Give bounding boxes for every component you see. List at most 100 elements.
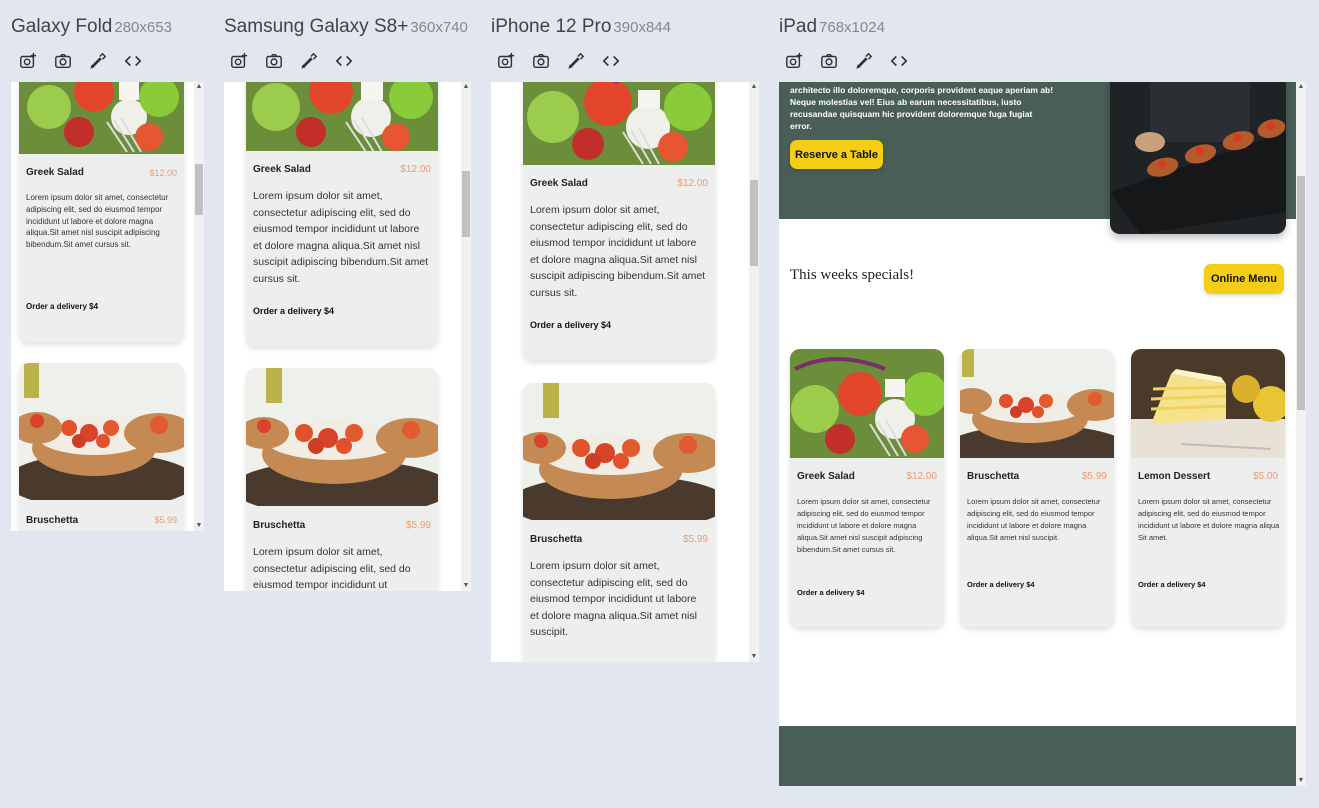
scrollbar[interactable]: ▲ ▼ [1296, 82, 1306, 786]
color-picker-icon[interactable] [87, 50, 109, 72]
device-header: Galaxy Fold 280x653 [11, 16, 172, 38]
card-price: $5.99 [682, 534, 708, 545]
camera-icon[interactable] [263, 50, 285, 72]
color-picker-icon[interactable] [853, 50, 875, 72]
device-name: Galaxy Fold [11, 16, 113, 37]
device-header: Samsung Galaxy S8+ 360x740 [224, 16, 468, 38]
online-menu-button[interactable]: Online Menu [1204, 264, 1284, 294]
scroll-down-arrow-icon[interactable]: ▼ [1296, 776, 1306, 786]
scrollbar[interactable]: ▲ ▼ [749, 82, 759, 662]
hero-image [1110, 82, 1286, 234]
menu-card-bruschetta: Bruschetta $5.99 Lorem ipsum dolor sit a… [960, 349, 1114, 627]
device-size: 280x653 [114, 19, 172, 36]
card-description: Lorem ipsum dolor sit amet, consectetur … [530, 204, 706, 299]
scroll-up-arrow-icon[interactable]: ▲ [461, 82, 471, 92]
card-description: Lorem ipsum dolor sit amet, consectetur … [26, 193, 169, 250]
bruschetta-image [960, 349, 1114, 458]
menu-card-greek-salad: Greek Salad $12.00 Lorem ipsum dolor sit… [790, 349, 944, 627]
bruschetta-image [523, 383, 715, 520]
device-header: iPad 768x1024 [779, 16, 885, 38]
scrollbar-thumb[interactable] [195, 164, 203, 215]
scroll-up-arrow-icon[interactable]: ▲ [194, 82, 204, 92]
device-name: iPad [779, 16, 818, 37]
device-toolbar [495, 50, 622, 72]
scrollbar-thumb[interactable] [1297, 176, 1305, 410]
scroll-up-arrow-icon[interactable]: ▲ [749, 82, 759, 92]
code-icon[interactable] [888, 50, 910, 72]
card-price: $5.99 [1081, 471, 1107, 482]
card-price: $12.00 [400, 164, 431, 175]
viewport-galaxy-s8[interactable]: Greek Salad $12.00 Lorem ipsum dolor sit… [224, 82, 471, 591]
viewport-iphone-12-pro[interactable]: Greek Salad $12.00 Lorem ipsum dolor sit… [491, 82, 759, 662]
device-name: iPhone 12 Pro [491, 16, 612, 37]
lemon-dessert-image [1131, 349, 1285, 458]
order-delivery-link[interactable]: Order a delivery $4 [530, 320, 611, 330]
card-price: $12.00 [677, 178, 708, 189]
device-toolbar [228, 50, 355, 72]
device-size: 390x844 [613, 19, 671, 36]
card-title: Bruschetta [530, 534, 583, 545]
card-title: Greek Salad [530, 178, 588, 189]
card-title: Lemon Dessert [1138, 471, 1211, 482]
card-title: Bruschetta [967, 471, 1020, 482]
card-title: Greek Salad [26, 167, 84, 178]
menu-card-greek-salad: Greek Salad $12.00 Lorem ipsum dolor sit… [246, 82, 438, 346]
card-price: $5.00 [1252, 471, 1278, 482]
specials-heading: This weeks specials! [790, 267, 915, 283]
card-price: $12.00 [906, 471, 937, 482]
code-icon[interactable] [333, 50, 355, 72]
order-delivery-link[interactable]: Order a delivery $4 [1138, 580, 1206, 589]
order-delivery-link[interactable]: Order a delivery $4 [967, 580, 1035, 589]
card-price: $5.99 [405, 520, 431, 531]
greek-salad-image [246, 82, 438, 151]
scroll-down-arrow-icon[interactable]: ▼ [194, 521, 204, 531]
menu-card-bruschetta: Bruschetta $5.99 Lorem ipsum dolor sit a… [246, 368, 438, 591]
menu-card-lemon-dessert: Lemon Dessert $5.00 Lorem ipsum dolor si… [1131, 349, 1285, 627]
scroll-down-arrow-icon[interactable]: ▼ [749, 652, 759, 662]
bruschetta-image [19, 363, 184, 500]
greek-salad-image [523, 82, 715, 165]
device-name: Samsung Galaxy S8+ [224, 16, 409, 37]
code-icon[interactable] [600, 50, 622, 72]
menu-card-greek-salad: Greek Salad $12.00 Lorem ipsum dolor sit… [19, 82, 184, 342]
reserve-table-button[interactable]: Reserve a Table [790, 140, 883, 169]
device-size: 768x1024 [819, 19, 885, 36]
card-price: $12.00 [149, 168, 177, 178]
screenshot-icon[interactable] [228, 50, 250, 72]
card-title: Bruschetta [253, 520, 306, 531]
scrollbar[interactable]: ▲ ▼ [461, 82, 471, 591]
card-description: Lorem ipsum dolor sit amet, consectetur … [967, 497, 1101, 542]
scroll-up-arrow-icon[interactable]: ▲ [1296, 82, 1306, 92]
scrollbar[interactable]: ▲ ▼ [194, 82, 204, 531]
order-delivery-link[interactable]: Order a delivery $4 [26, 302, 98, 311]
screenshot-icon[interactable] [17, 50, 39, 72]
greek-salad-image [790, 349, 944, 458]
device-toolbar [17, 50, 144, 72]
order-delivery-link[interactable]: Order a delivery $4 [253, 306, 334, 316]
camera-icon[interactable] [818, 50, 840, 72]
screenshot-icon[interactable] [783, 50, 805, 72]
card-description: Lorem ipsum dolor sit amet, consectetur … [1138, 497, 1280, 542]
card-description: Lorem ipsum dolor sit amet, consectetur … [253, 546, 411, 591]
greek-salad-image [19, 82, 184, 154]
camera-icon[interactable] [52, 50, 74, 72]
order-delivery-link[interactable]: Order a delivery $4 [797, 588, 865, 597]
color-picker-icon[interactable] [298, 50, 320, 72]
scrollbar-thumb[interactable] [462, 171, 470, 237]
menu-card-bruschetta: Bruschetta $5.99 Lorem ipsum dolor sit a… [523, 383, 715, 662]
menu-card-greek-salad: Greek Salad $12.00 Lorem ipsum dolor sit… [523, 82, 715, 360]
camera-icon[interactable] [530, 50, 552, 72]
color-picker-icon[interactable] [565, 50, 587, 72]
card-description: Lorem ipsum dolor sit amet, consectetur … [530, 560, 697, 638]
scroll-down-arrow-icon[interactable]: ▼ [461, 581, 471, 591]
device-header: iPhone 12 Pro 390x844 [491, 16, 671, 38]
bruschetta-image [246, 368, 438, 506]
scrollbar-thumb[interactable] [750, 180, 758, 266]
device-size: 360x740 [410, 19, 468, 36]
code-icon[interactable] [122, 50, 144, 72]
device-toolbar [783, 50, 910, 72]
viewport-galaxy-fold[interactable]: Greek Salad $12.00 Lorem ipsum dolor sit… [11, 82, 204, 531]
card-description: Lorem ipsum dolor sit amet, consectetur … [797, 497, 931, 554]
screenshot-icon[interactable] [495, 50, 517, 72]
viewport-ipad[interactable]: architecto illo doloremque, corporis pro… [779, 82, 1306, 786]
